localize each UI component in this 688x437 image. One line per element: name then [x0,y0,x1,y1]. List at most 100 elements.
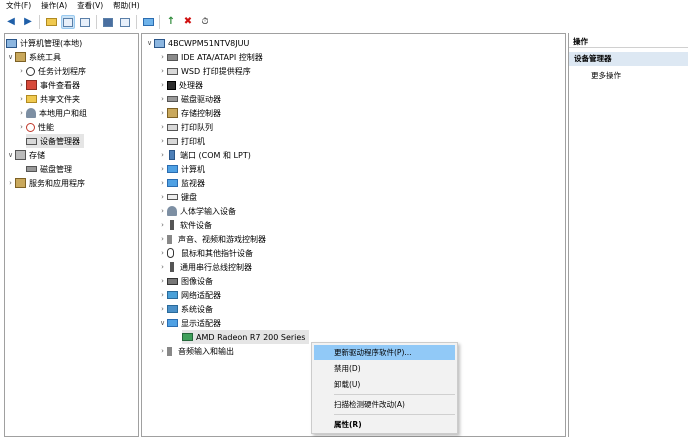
chevron-right-icon[interactable]: › [158,165,167,173]
ide-controller-icon [167,53,178,61]
menu-separator [334,394,455,395]
chevron-right-icon[interactable]: › [17,123,26,131]
chevron-right-icon[interactable]: › [6,179,15,187]
menu-action[interactable]: 操作(A) [35,0,71,11]
up-folder-icon[interactable] [44,15,58,29]
more-actions-link[interactable]: 更多操作 [591,69,621,83]
chevron-right-icon[interactable]: › [17,109,26,117]
chevron-right-icon[interactable]: › [158,249,167,257]
disable-menu-item[interactable]: 禁用(D) [314,361,455,376]
tree-label: 系统工具 [29,52,61,62]
device-category[interactable]: › 软件设备 [158,218,212,232]
chevron-down-icon[interactable]: ∨ [6,53,15,61]
chevron-right-icon[interactable]: › [17,95,26,103]
chevron-right-icon[interactable]: › [158,347,167,355]
menu-view[interactable]: 查看(V) [71,0,107,11]
properties-menu-item[interactable]: 属性(R) [314,417,455,432]
chevron-right-icon[interactable]: › [158,67,167,75]
actions-header: 操作 [569,35,688,48]
tree-task-scheduler[interactable]: › 任务计划程序 [17,64,86,78]
device-category[interactable]: › 鼠标和其他指针设备 [158,246,253,260]
device-category[interactable]: › IDE ATA/ATAPI 控制器 [158,50,263,64]
computer-management-icon [6,38,17,48]
monitor-icon [167,179,178,187]
tree-label: 存储 [29,150,45,160]
menu-help[interactable]: 帮助(H) [107,0,144,11]
chevron-right-icon[interactable]: › [158,95,167,103]
chevron-right-icon[interactable]: › [158,291,167,299]
chevron-right-icon[interactable]: › [158,207,167,215]
chevron-down-icon[interactable]: ∨ [145,39,154,47]
device-category-display[interactable]: ∨ 显示适配器 [158,316,221,330]
category-label: 软件设备 [180,220,212,230]
computer-icon [154,38,165,48]
chevron-right-icon[interactable]: › [158,151,167,159]
chevron-right-icon[interactable]: › [17,81,26,89]
device-category[interactable]: › 图像设备 [158,274,213,288]
device-category[interactable]: › 通用串行总线控制器 [158,260,252,274]
update-driver-menu-item[interactable]: 更新驱动程序软件(P)... [314,345,455,360]
device-root[interactable]: ∨ 4BCWPM51NTV8JUU [145,36,249,50]
tree-root[interactable]: 计算机管理(本地) [6,36,82,50]
update-circle-icon[interactable]: ⏱ [198,15,212,29]
tree-system-tools[interactable]: ∨ 系统工具 [6,50,61,64]
menu-file[interactable]: 文件(F) [0,0,35,11]
tree-services[interactable]: › 服务和应用程序 [6,176,85,190]
back-arrow-icon[interactable]: ◀ [4,15,18,29]
console-tree-icon[interactable] [61,15,75,29]
device-category[interactable]: › 处理器 [158,78,203,92]
uninstall-menu-item[interactable]: 卸载(U) [314,377,455,392]
forward-arrow-icon[interactable]: ▶ [21,15,35,29]
tree-shared-folders[interactable]: › 共享文件夹 [17,92,80,106]
device-category[interactable]: › 网络适配器 [158,288,221,302]
device-category[interactable]: › 计算机 [158,162,205,176]
device-amd-radeon[interactable]: AMD Radeon R7 200 Series [182,330,310,344]
actions-section-device-manager[interactable]: 设备管理器 [569,52,688,66]
help-icon[interactable] [101,15,115,29]
device-category[interactable]: › 键盘 [158,190,197,204]
properties-icon[interactable] [118,15,132,29]
monitor-icon[interactable] [141,15,155,29]
chevron-right-icon[interactable]: › [158,53,167,61]
device-category[interactable]: › 端口 (COM 和 LPT) [158,148,251,162]
chevron-right-icon[interactable]: › [158,123,167,131]
device-category[interactable]: › 音频输入和输出 [158,344,234,358]
device-category[interactable]: › 打印队列 [158,120,213,134]
chevron-right-icon[interactable]: › [158,305,167,313]
add-driver-icon[interactable]: ↑ [164,15,178,29]
chevron-right-icon[interactable]: › [158,263,167,271]
device-category[interactable]: › 磁盘驱动器 [158,92,221,106]
tree-local-users[interactable]: › 本地用户和组 [17,106,87,120]
tree-label: 任务计划程序 [38,66,86,76]
chevron-down-icon[interactable]: ∨ [158,319,167,327]
tree-storage[interactable]: ∨ 存储 [6,148,45,162]
category-label: 通用串行总线控制器 [180,262,252,272]
device-category[interactable]: › 人体学输入设备 [158,204,236,218]
device-category[interactable]: › 存储控制器 [158,106,221,120]
tree-device-manager[interactable]: 设备管理器 [26,134,84,148]
device-manager-icon [26,137,37,145]
tree-label: 设备管理器 [40,136,80,146]
device-category[interactable]: › 打印机 [158,134,205,148]
scan-hardware-menu-item[interactable]: 扫描检测硬件改动(A) [314,397,455,412]
chevron-right-icon[interactable]: › [158,193,167,201]
chevron-right-icon[interactable]: › [158,109,167,117]
chevron-right-icon[interactable]: › [158,235,167,243]
export-list-icon[interactable] [78,15,92,29]
tree-performance[interactable]: › 性能 [17,120,54,134]
network-adapter-icon [167,291,178,299]
chevron-right-icon[interactable]: › [158,221,167,229]
uninstall-x-icon[interactable]: ✖ [181,15,195,29]
device-category[interactable]: › 系统设备 [158,302,213,316]
device-category[interactable]: › 声音、视频和游戏控制器 [158,232,266,246]
tree-event-viewer[interactable]: › 事件查看器 [17,78,80,92]
chevron-down-icon[interactable]: ∨ [6,151,15,159]
tree-disk-management[interactable]: 磁盘管理 [26,162,72,176]
chevron-right-icon[interactable]: › [158,81,167,89]
chevron-right-icon[interactable]: › [158,179,167,187]
chevron-right-icon[interactable]: › [17,67,26,75]
chevron-right-icon[interactable]: › [158,277,167,285]
device-category[interactable]: › 监视器 [158,176,205,190]
chevron-right-icon[interactable]: › [158,137,167,145]
device-category[interactable]: › WSD 打印提供程序 [158,64,251,78]
